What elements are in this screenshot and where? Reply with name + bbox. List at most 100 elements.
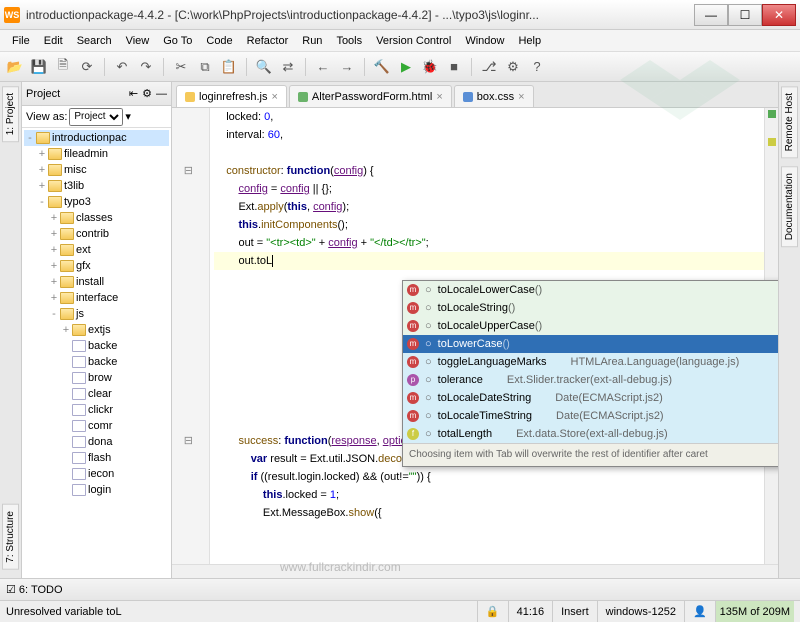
tree-node[interactable]: iecon [24,466,169,482]
view-as-select[interactable]: Project [69,108,123,126]
editor-tab[interactable]: box.css× [454,85,534,107]
tree-node[interactable]: +misc [24,162,169,178]
editor-tab[interactable]: loginrefresh.js× [176,85,287,107]
menu-go-to[interactable]: Go To [157,33,198,49]
close-tab-icon[interactable]: × [271,91,277,103]
tree-node[interactable]: backe [24,354,169,370]
close-tab-icon[interactable]: × [436,91,442,103]
menu-search[interactable]: Search [71,33,118,49]
code-editor[interactable]: ⊟⊟ locked: 0, interval: 60, constructor:… [172,108,778,564]
tree-node[interactable]: +contrib [24,226,169,242]
completion-item[interactable]: m○toLocaleDateStringDate(ECMAScript.js2) [403,389,778,407]
help-icon[interactable]: ? [528,58,546,76]
maximize-button[interactable]: ☐ [728,4,762,26]
left-tool-gutter: 1: Project 7: Structure [0,82,22,578]
tree-node[interactable]: clickr [24,402,169,418]
tree-node[interactable]: -introductionpac [24,130,169,146]
editor-tab[interactable]: AlterPasswordForm.html× [289,85,452,107]
status-memory[interactable]: 135M of 209M [715,601,794,622]
settings-icon[interactable]: ⚙ [504,58,522,76]
status-lock-icon: 🔒 [477,601,508,622]
right-tool-gutter: Remote Host Documentation [778,82,800,578]
project-tree[interactable]: -introductionpac+fileadmin+misc+t3lib-ty… [22,128,171,578]
menu-code[interactable]: Code [200,33,238,49]
completion-item[interactable]: m○toLowerCase()String [403,335,778,353]
undo-icon[interactable]: ↶ [113,58,131,76]
redo-icon[interactable]: ↷ [137,58,155,76]
status-encoding: windows-1252 [597,601,684,622]
tree-node[interactable]: -js [24,306,169,322]
save-icon[interactable]: 💾 [30,58,48,76]
hide-icon[interactable]: — [156,88,167,100]
tree-node[interactable]: +gfx [24,258,169,274]
run-icon[interactable]: ▶ [397,58,415,76]
completion-popup: m○toLocaleLowerCase()Stringm○toLocaleStr… [402,280,778,467]
project-header-label: Project [26,88,60,100]
vcs-icon[interactable]: ⎇ [480,58,498,76]
tree-node[interactable]: clear [24,386,169,402]
open-icon[interactable]: 📂 [6,58,24,76]
tree-node[interactable]: +classes [24,210,169,226]
menu-window[interactable]: Window [459,33,510,49]
menu-edit[interactable]: Edit [38,33,69,49]
menu-view[interactable]: View [120,33,156,49]
build-icon[interactable]: 🔨 [373,58,391,76]
status-bar: Unresolved variable toL 🔒 41:16 Insert w… [0,600,800,622]
menu-refactor[interactable]: Refactor [241,33,295,49]
bottom-tool-bar: ☑ 6: TODO [0,578,800,600]
dropdown-icon[interactable]: ▾ [125,110,131,123]
menu-help[interactable]: Help [512,33,547,49]
tree-node[interactable]: +interface [24,290,169,306]
tree-node[interactable]: +t3lib [24,178,169,194]
save-all-icon[interactable]: 🗎 [54,58,72,76]
tree-node[interactable]: dona [24,434,169,450]
stop-icon[interactable]: ■ [445,58,463,76]
copy-icon[interactable]: ⧉ [196,58,214,76]
refresh-icon[interactable]: ⟳ [78,58,96,76]
cut-icon[interactable]: ✂ [172,58,190,76]
structure-tool-tab[interactable]: 7: Structure [2,504,19,570]
completion-item[interactable]: f○totalLengthExt.data.Store(ext-all-debu… [403,425,778,443]
app-icon: WS [4,7,20,23]
tree-node[interactable]: comr [24,418,169,434]
tree-node[interactable]: flash [24,450,169,466]
main-toolbar: 📂 💾 🗎 ⟳ ↶ ↷ ✂ ⧉ 📋 🔍 ⇄ ← → 🔨 ▶ 🐞 ■ ⎇ ⚙ ? [0,52,800,82]
completion-item[interactable]: m○toggleLanguageMarksHTMLArea.Language(l… [403,353,778,371]
search-icon[interactable]: 🔍 [255,58,273,76]
horizontal-scrollbar[interactable] [172,564,778,578]
todo-tool-button[interactable]: ☑ 6: TODO [6,583,63,596]
menu-file[interactable]: File [6,33,36,49]
replace-icon[interactable]: ⇄ [279,58,297,76]
project-sidebar: Project ⇤ ⚙ — View as: Project ▾ -introd… [22,82,172,578]
tree-node[interactable]: +ext [24,242,169,258]
paste-icon[interactable]: 📋 [220,58,238,76]
menu-version-control[interactable]: Version Control [370,33,457,49]
tree-node[interactable]: +fileadmin [24,146,169,162]
forward-icon[interactable]: → [338,58,356,76]
menu-run[interactable]: Run [296,33,328,49]
completion-item[interactable]: m○toLocaleString()Object [403,299,778,317]
completion-item[interactable]: p○toleranceExt.Slider.tracker(ext-all-de… [403,371,778,389]
tree-node[interactable]: backe [24,338,169,354]
tree-node[interactable]: brow [24,370,169,386]
menu-bar: FileEditSearchViewGo ToCodeRefactorRunTo… [0,30,800,52]
remote-host-tab[interactable]: Remote Host [781,86,798,158]
debug-icon[interactable]: 🐞 [421,58,439,76]
menu-tools[interactable]: Tools [330,33,368,49]
documentation-tab[interactable]: Documentation [781,166,798,247]
tree-node[interactable]: +install [24,274,169,290]
gear-icon[interactable]: ⚙ [142,87,152,100]
minimize-button[interactable]: — [694,4,728,26]
back-icon[interactable]: ← [314,58,332,76]
collapse-icon[interactable]: ⇤ [129,87,138,100]
completion-item[interactable]: m○toLocaleUpperCase()String [403,317,778,335]
close-tab-icon[interactable]: × [518,91,524,103]
completion-hint: Choosing item with Tab will overwrite th… [403,443,778,466]
tree-node[interactable]: -typo3 [24,194,169,210]
tree-node[interactable]: +extjs [24,322,169,338]
completion-item[interactable]: m○toLocaleTimeStringDate(ECMAScript.js2) [403,407,778,425]
close-button[interactable]: ✕ [762,4,796,26]
tree-node[interactable]: login [24,482,169,498]
project-tool-tab[interactable]: 1: Project [2,86,19,142]
completion-item[interactable]: m○toLocaleLowerCase()String [403,281,778,299]
